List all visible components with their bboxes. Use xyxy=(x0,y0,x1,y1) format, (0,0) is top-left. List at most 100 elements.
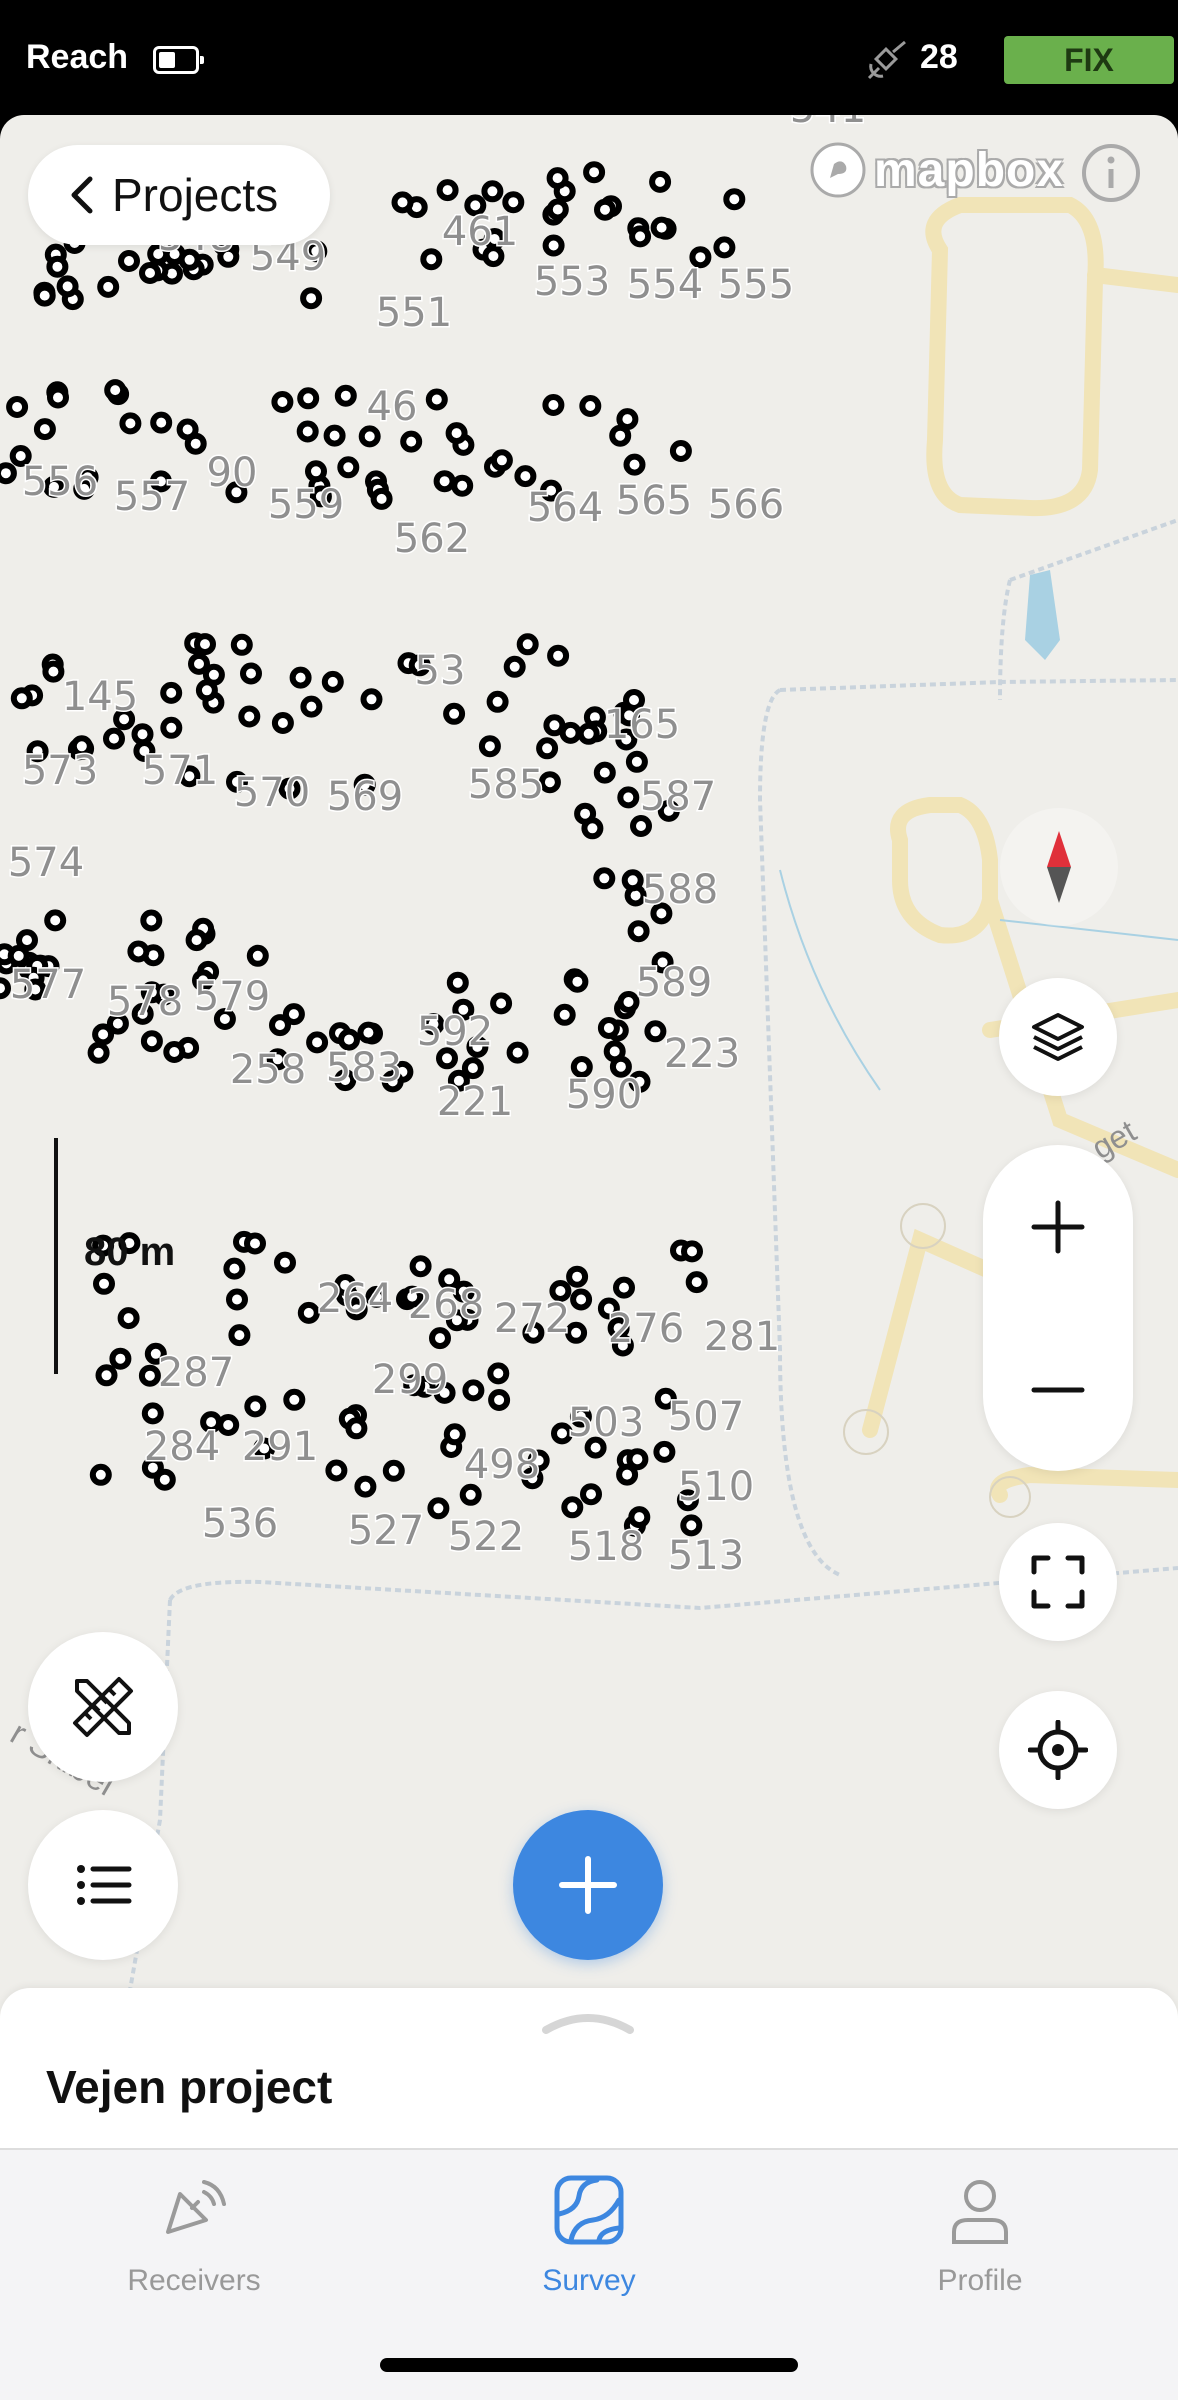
survey-point-marker[interactable] xyxy=(382,1459,405,1482)
survey-point-marker[interactable] xyxy=(160,716,183,739)
survey-point-marker[interactable] xyxy=(542,234,565,257)
survey-point-marker[interactable] xyxy=(141,1402,164,1425)
survey-point-marker[interactable] xyxy=(613,1276,635,1299)
sheet-handle-icon[interactable] xyxy=(540,2006,636,2036)
survey-point-marker[interactable] xyxy=(283,1388,306,1411)
tools-button[interactable] xyxy=(28,1632,178,1782)
survey-point-marker[interactable] xyxy=(561,1496,584,1519)
survey-point-marker[interactable] xyxy=(118,250,140,272)
add-point-button[interactable] xyxy=(513,1810,663,1960)
survey-point-marker[interactable] xyxy=(194,633,216,656)
point-label[interactable]: 578 xyxy=(105,978,184,1027)
survey-point-marker[interactable] xyxy=(131,723,154,746)
point-label[interactable]: 556 xyxy=(20,458,99,507)
survey-point-marker[interactable] xyxy=(649,170,672,193)
point-label[interactable]: 590 xyxy=(564,1071,643,1120)
survey-point-marker[interactable] xyxy=(140,909,163,932)
point-label[interactable]: 588 xyxy=(640,866,719,915)
survey-point-marker[interactable] xyxy=(95,1364,118,1387)
survey-point-marker[interactable] xyxy=(553,1003,576,1026)
survey-point-marker[interactable] xyxy=(650,216,673,239)
point-label[interactable]: 553 xyxy=(532,258,611,307)
point-label[interactable]: 559 xyxy=(266,481,345,530)
survey-point-marker[interactable] xyxy=(630,815,652,837)
point-label[interactable]: 555 xyxy=(716,261,795,310)
survey-point-marker[interactable] xyxy=(305,460,327,483)
survey-point-marker[interactable] xyxy=(195,679,218,702)
survey-point-marker[interactable] xyxy=(490,992,513,1015)
survey-point-marker[interactable] xyxy=(0,977,11,1000)
survey-point-marker[interactable] xyxy=(56,275,79,298)
layers-button[interactable] xyxy=(999,978,1117,1096)
survey-point-marker[interactable] xyxy=(579,395,602,417)
survey-point-marker[interactable] xyxy=(300,287,323,310)
point-label[interactable]: 583 xyxy=(324,1044,403,1093)
survey-point-marker[interactable] xyxy=(323,424,346,447)
point-label[interactable]: 573 xyxy=(20,747,99,796)
survey-point-marker[interactable] xyxy=(188,652,210,675)
survey-point-marker[interactable] xyxy=(487,1362,510,1385)
survey-point-marker[interactable] xyxy=(574,802,597,825)
survey-point-marker[interactable] xyxy=(33,418,56,441)
survey-point-marker[interactable] xyxy=(226,1288,248,1311)
survey-point-marker[interactable] xyxy=(566,1265,589,1288)
survey-point-marker[interactable] xyxy=(617,786,640,809)
survey-point-marker[interactable] xyxy=(176,418,199,441)
survey-point-marker[interactable] xyxy=(223,1257,246,1280)
survey-point-marker[interactable] xyxy=(334,384,357,407)
survey-point-marker[interactable] xyxy=(593,761,616,784)
survey-point-marker[interactable] xyxy=(542,394,565,416)
survey-point-marker[interactable] xyxy=(546,167,569,190)
point-label[interactable]: 522 xyxy=(446,1513,525,1562)
point-label[interactable]: 513 xyxy=(666,1532,745,1581)
point-label[interactable]: 551 xyxy=(374,289,453,338)
survey-point-marker[interactable] xyxy=(358,425,381,448)
survey-point-marker[interactable] xyxy=(446,971,469,994)
point-label[interactable]: 272 xyxy=(492,1295,571,1344)
survey-point-marker[interactable] xyxy=(185,929,208,952)
fit-bounds-button[interactable] xyxy=(999,1523,1117,1641)
survey-point-marker[interactable] xyxy=(87,1041,110,1064)
survey-point-marker[interactable] xyxy=(433,470,456,493)
survey-point-marker[interactable] xyxy=(462,1379,485,1402)
survey-point-marker[interactable] xyxy=(625,750,648,773)
survey-point-marker[interactable] xyxy=(451,474,474,497)
point-label[interactable]: 557 xyxy=(112,473,191,522)
point-label[interactable]: 284 xyxy=(142,1423,221,1472)
list-button[interactable] xyxy=(28,1810,178,1960)
survey-point-marker[interactable] xyxy=(627,920,650,943)
survey-point-marker[interactable] xyxy=(119,412,142,435)
survey-point-marker[interactable] xyxy=(244,1395,267,1418)
survey-point-marker[interactable] xyxy=(297,1301,320,1324)
survey-point-marker[interactable] xyxy=(445,422,468,445)
point-label[interactable]: 53 xyxy=(413,647,467,696)
point-label[interactable]: 145 xyxy=(60,673,139,722)
survey-point-marker[interactable] xyxy=(594,198,616,221)
survey-point-marker[interactable] xyxy=(289,666,312,689)
survey-point-marker[interactable] xyxy=(271,391,294,413)
survey-point-marker[interactable] xyxy=(547,644,570,667)
survey-point-marker[interactable] xyxy=(89,1463,112,1486)
survey-point-marker[interactable] xyxy=(357,1021,380,1044)
survey-point-marker[interactable] xyxy=(47,386,69,409)
project-sheet[interactable]: Vejen project xyxy=(0,1988,1178,2148)
point-label[interactable]: 569 xyxy=(325,773,404,822)
survey-point-marker[interactable] xyxy=(516,633,539,656)
point-label[interactable]: 299 xyxy=(370,1356,449,1405)
survey-point-marker[interactable] xyxy=(723,188,746,211)
survey-point-marker[interactable] xyxy=(577,722,600,745)
point-label[interactable]: 287 xyxy=(156,1349,235,1398)
point-label[interactable]: 221 xyxy=(435,1078,514,1127)
survey-point-marker[interactable] xyxy=(300,695,323,718)
point-label[interactable]: 258 xyxy=(228,1046,307,1095)
point-label[interactable]: 554 xyxy=(625,261,704,310)
survey-point-marker[interactable] xyxy=(150,411,173,434)
survey-point-marker[interactable] xyxy=(109,1347,132,1370)
survey-point-marker[interactable] xyxy=(570,1288,593,1311)
point-label[interactable]: 507 xyxy=(666,1393,745,1442)
survey-point-marker[interactable] xyxy=(297,387,320,410)
point-label[interactable]: 589 xyxy=(634,959,713,1008)
survey-point-marker[interactable] xyxy=(546,198,569,221)
survey-point-marker[interactable] xyxy=(139,262,161,284)
back-to-projects-button[interactable]: Projects xyxy=(28,145,330,245)
